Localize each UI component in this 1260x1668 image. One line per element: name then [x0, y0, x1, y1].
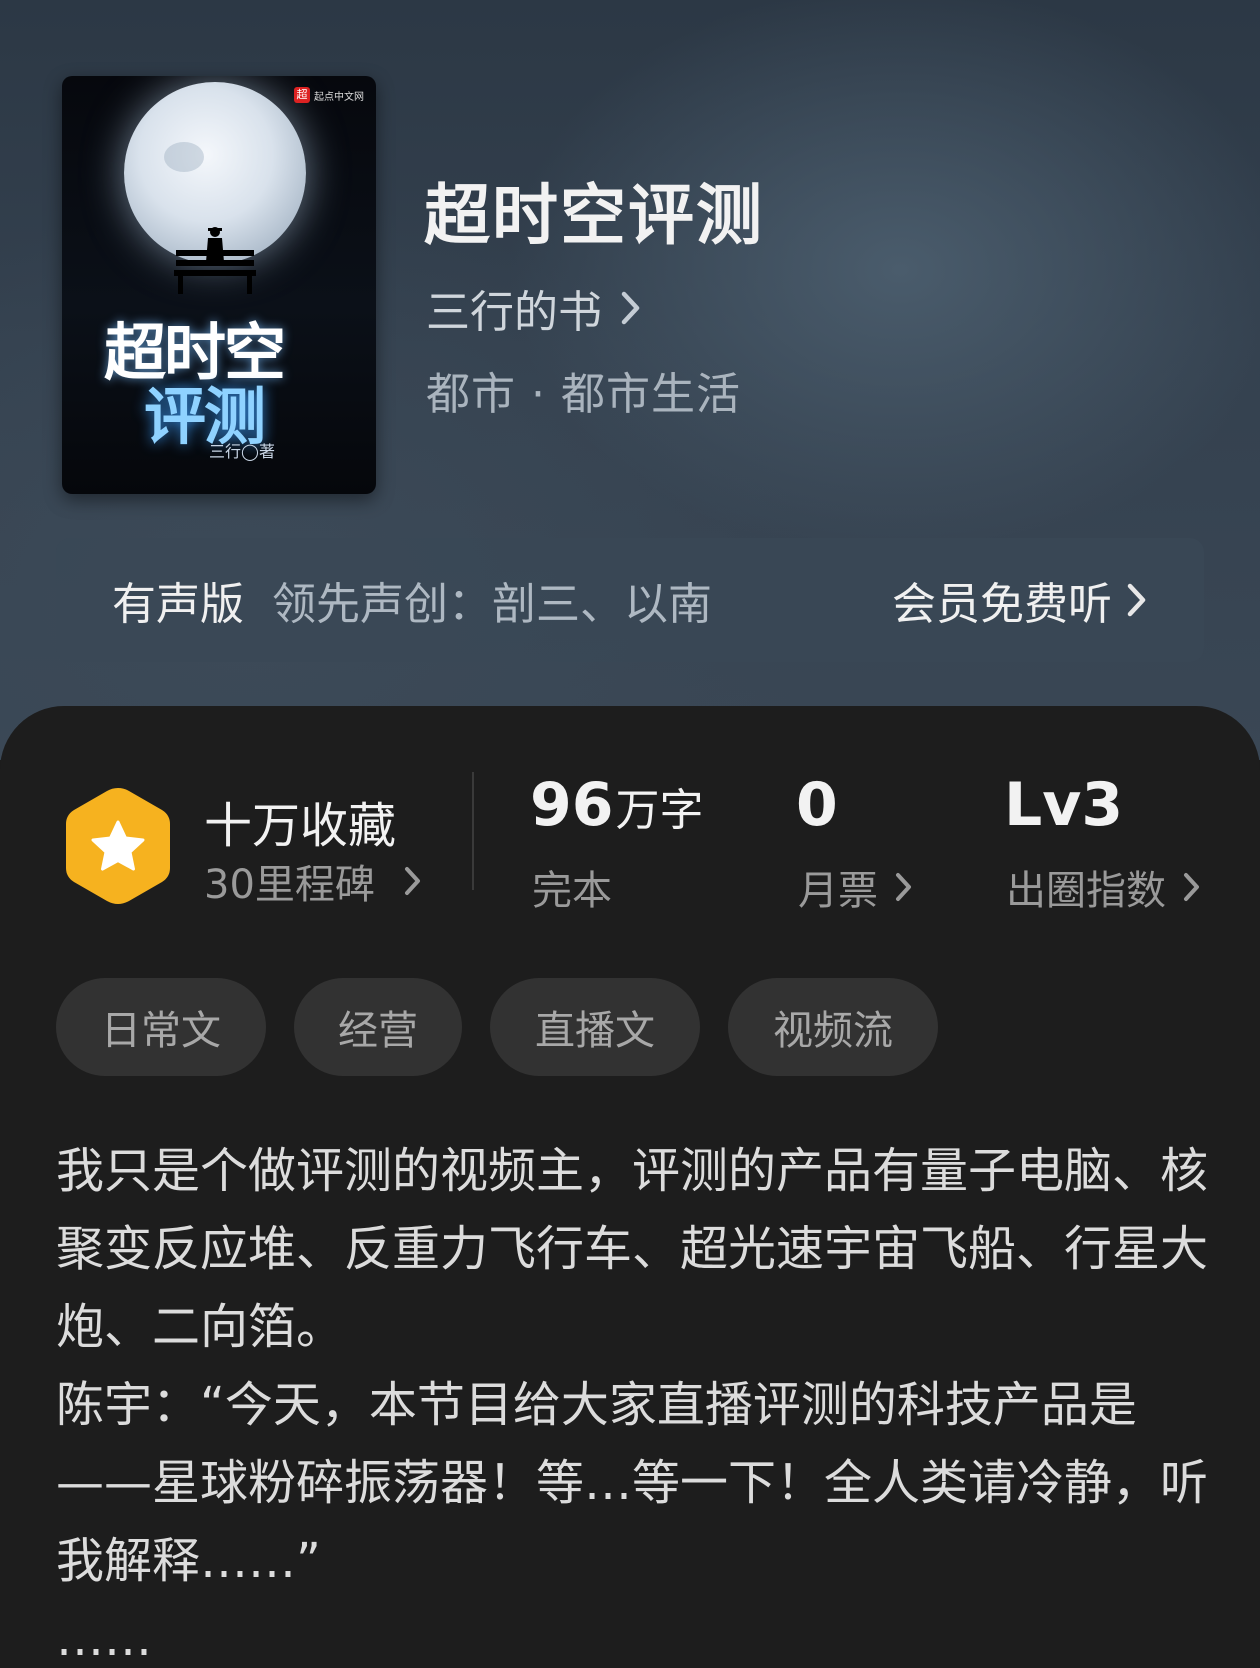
chevron-right-icon — [403, 865, 423, 897]
publisher-badge: 超 起点中文网 — [290, 86, 368, 104]
chevron-right-icon — [620, 290, 642, 326]
tag-chip[interactable]: 日常文 — [56, 978, 266, 1076]
word-count-value: 96万字 — [530, 770, 704, 840]
popularity-index-link[interactable]: 出圈指数 — [1006, 858, 1202, 916]
tag-chip[interactable]: 经营 — [294, 978, 462, 1076]
chevron-right-icon — [1126, 582, 1148, 618]
monthly-ticket-link[interactable]: 月票 — [798, 858, 914, 916]
collect-title: 十万收藏 — [204, 798, 397, 854]
silhouette-bench-icon — [174, 227, 256, 294]
book-detail-page: 超 起点中文网 超时空 评测 三行◯著 超时空评测 三行的书 都市 · 都市生活… — [0, 0, 1260, 1668]
book-synopsis[interactable]: 我只是个做评测的视频主，评测的产品有量子电脑、核聚变反应堆、反重力飞行车、超光速… — [56, 1132, 1216, 1668]
milestone-link[interactable]: 30里程碑 — [204, 852, 423, 910]
status-label: 完本 — [532, 868, 612, 914]
star-hexagon-icon — [66, 788, 170, 904]
audio-label: 有声版 — [112, 579, 244, 630]
tag-chip[interactable]: 视频流 — [728, 978, 938, 1076]
chevron-right-icon — [894, 871, 914, 903]
publisher-logo-icon: 超 — [294, 87, 310, 103]
audio-description: 领先声创：剖三、以南 — [272, 579, 712, 630]
genre-label[interactable]: 都市 · 都市生活 — [426, 358, 741, 422]
author-name: 三行的书 — [426, 287, 602, 338]
audio-version-bar[interactable]: 有声版 领先声创：剖三、以南 会员免费听 — [56, 538, 1204, 662]
book-title: 超时空评测 — [424, 176, 764, 254]
chevron-right-icon — [1182, 871, 1202, 903]
member-free-listen-button[interactable]: 会员免费听 — [892, 568, 1148, 632]
tag-chip[interactable]: 直播文 — [490, 978, 700, 1076]
cover-author: 三行◯著 — [209, 442, 275, 461]
popularity-index-value: Lv3 — [1004, 770, 1124, 840]
stats-divider — [472, 772, 474, 890]
book-cover[interactable]: 超 起点中文网 超时空 评测 三行◯著 — [62, 76, 376, 494]
tag-list: 日常文 经营 直播文 视频流 — [56, 978, 938, 1076]
author-link[interactable]: 三行的书 — [426, 276, 642, 340]
monthly-ticket-value: 0 — [796, 770, 838, 840]
book-header: 超 起点中文网 超时空 评测 三行◯著 超时空评测 三行的书 都市 · 都市生活… — [0, 0, 1260, 760]
